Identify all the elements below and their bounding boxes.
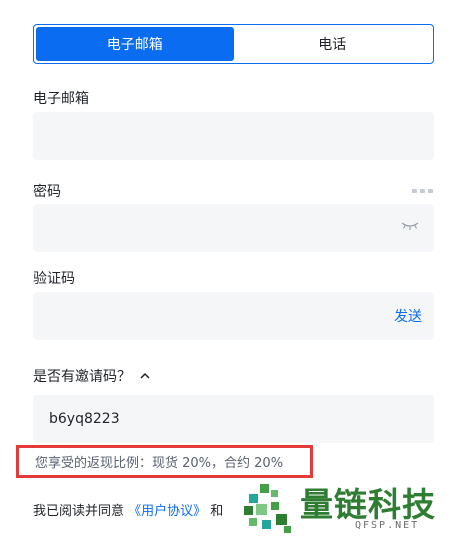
agreement-line: 我已阅读并同意 《用户协议》 和 xyxy=(33,500,223,519)
agreement-prefix: 我已阅读并同意 xyxy=(33,504,129,519)
invite-code-toggle[interactable]: 是否有邀请码？ xyxy=(33,366,151,386)
signup-form: 电子邮箱 电话 电子邮箱 密码 验证码 发送 是否有邀请码？ b6yq8223 … xyxy=(0,0,461,538)
invite-code-toggle-label: 是否有邀请码？ xyxy=(33,369,131,385)
watermark-logo-icon xyxy=(244,484,291,533)
email-label: 电子邮箱 xyxy=(33,91,89,107)
verify-code-field[interactable] xyxy=(33,292,434,340)
rebate-ratio-text: 您享受的返现比例：现货 20%，合约 20% xyxy=(35,456,284,471)
agreement-suffix: 和 xyxy=(206,504,224,519)
password-strength-dots xyxy=(412,189,433,193)
watermark-brand: 量链科技 xyxy=(300,485,436,524)
rebate-ratio-highlight: 您享受的返现比例：现货 20%，合约 20% xyxy=(16,445,313,478)
password-field[interactable] xyxy=(33,204,434,252)
email-field[interactable] xyxy=(33,112,434,160)
send-code-button[interactable]: 发送 xyxy=(394,306,422,326)
password-label: 密码 xyxy=(33,184,61,200)
tab-phone[interactable]: 电话 xyxy=(234,27,432,61)
invite-code-field[interactable]: b6yq8223 xyxy=(33,395,434,443)
chevron-up-icon xyxy=(140,372,150,379)
invite-code-value: b6yq8223 xyxy=(49,411,120,427)
eye-closed-icon[interactable] xyxy=(401,220,419,232)
watermark: 量链科技 QFSP.NET xyxy=(240,476,461,538)
tab-email[interactable]: 电子邮箱 xyxy=(36,27,234,61)
verify-code-label: 验证码 xyxy=(33,271,75,287)
watermark-site: QFSP.NET xyxy=(355,520,420,531)
user-agreement-link[interactable]: 《用户协议》 xyxy=(128,504,206,519)
contact-method-tabs: 电子邮箱 电话 xyxy=(33,24,434,64)
